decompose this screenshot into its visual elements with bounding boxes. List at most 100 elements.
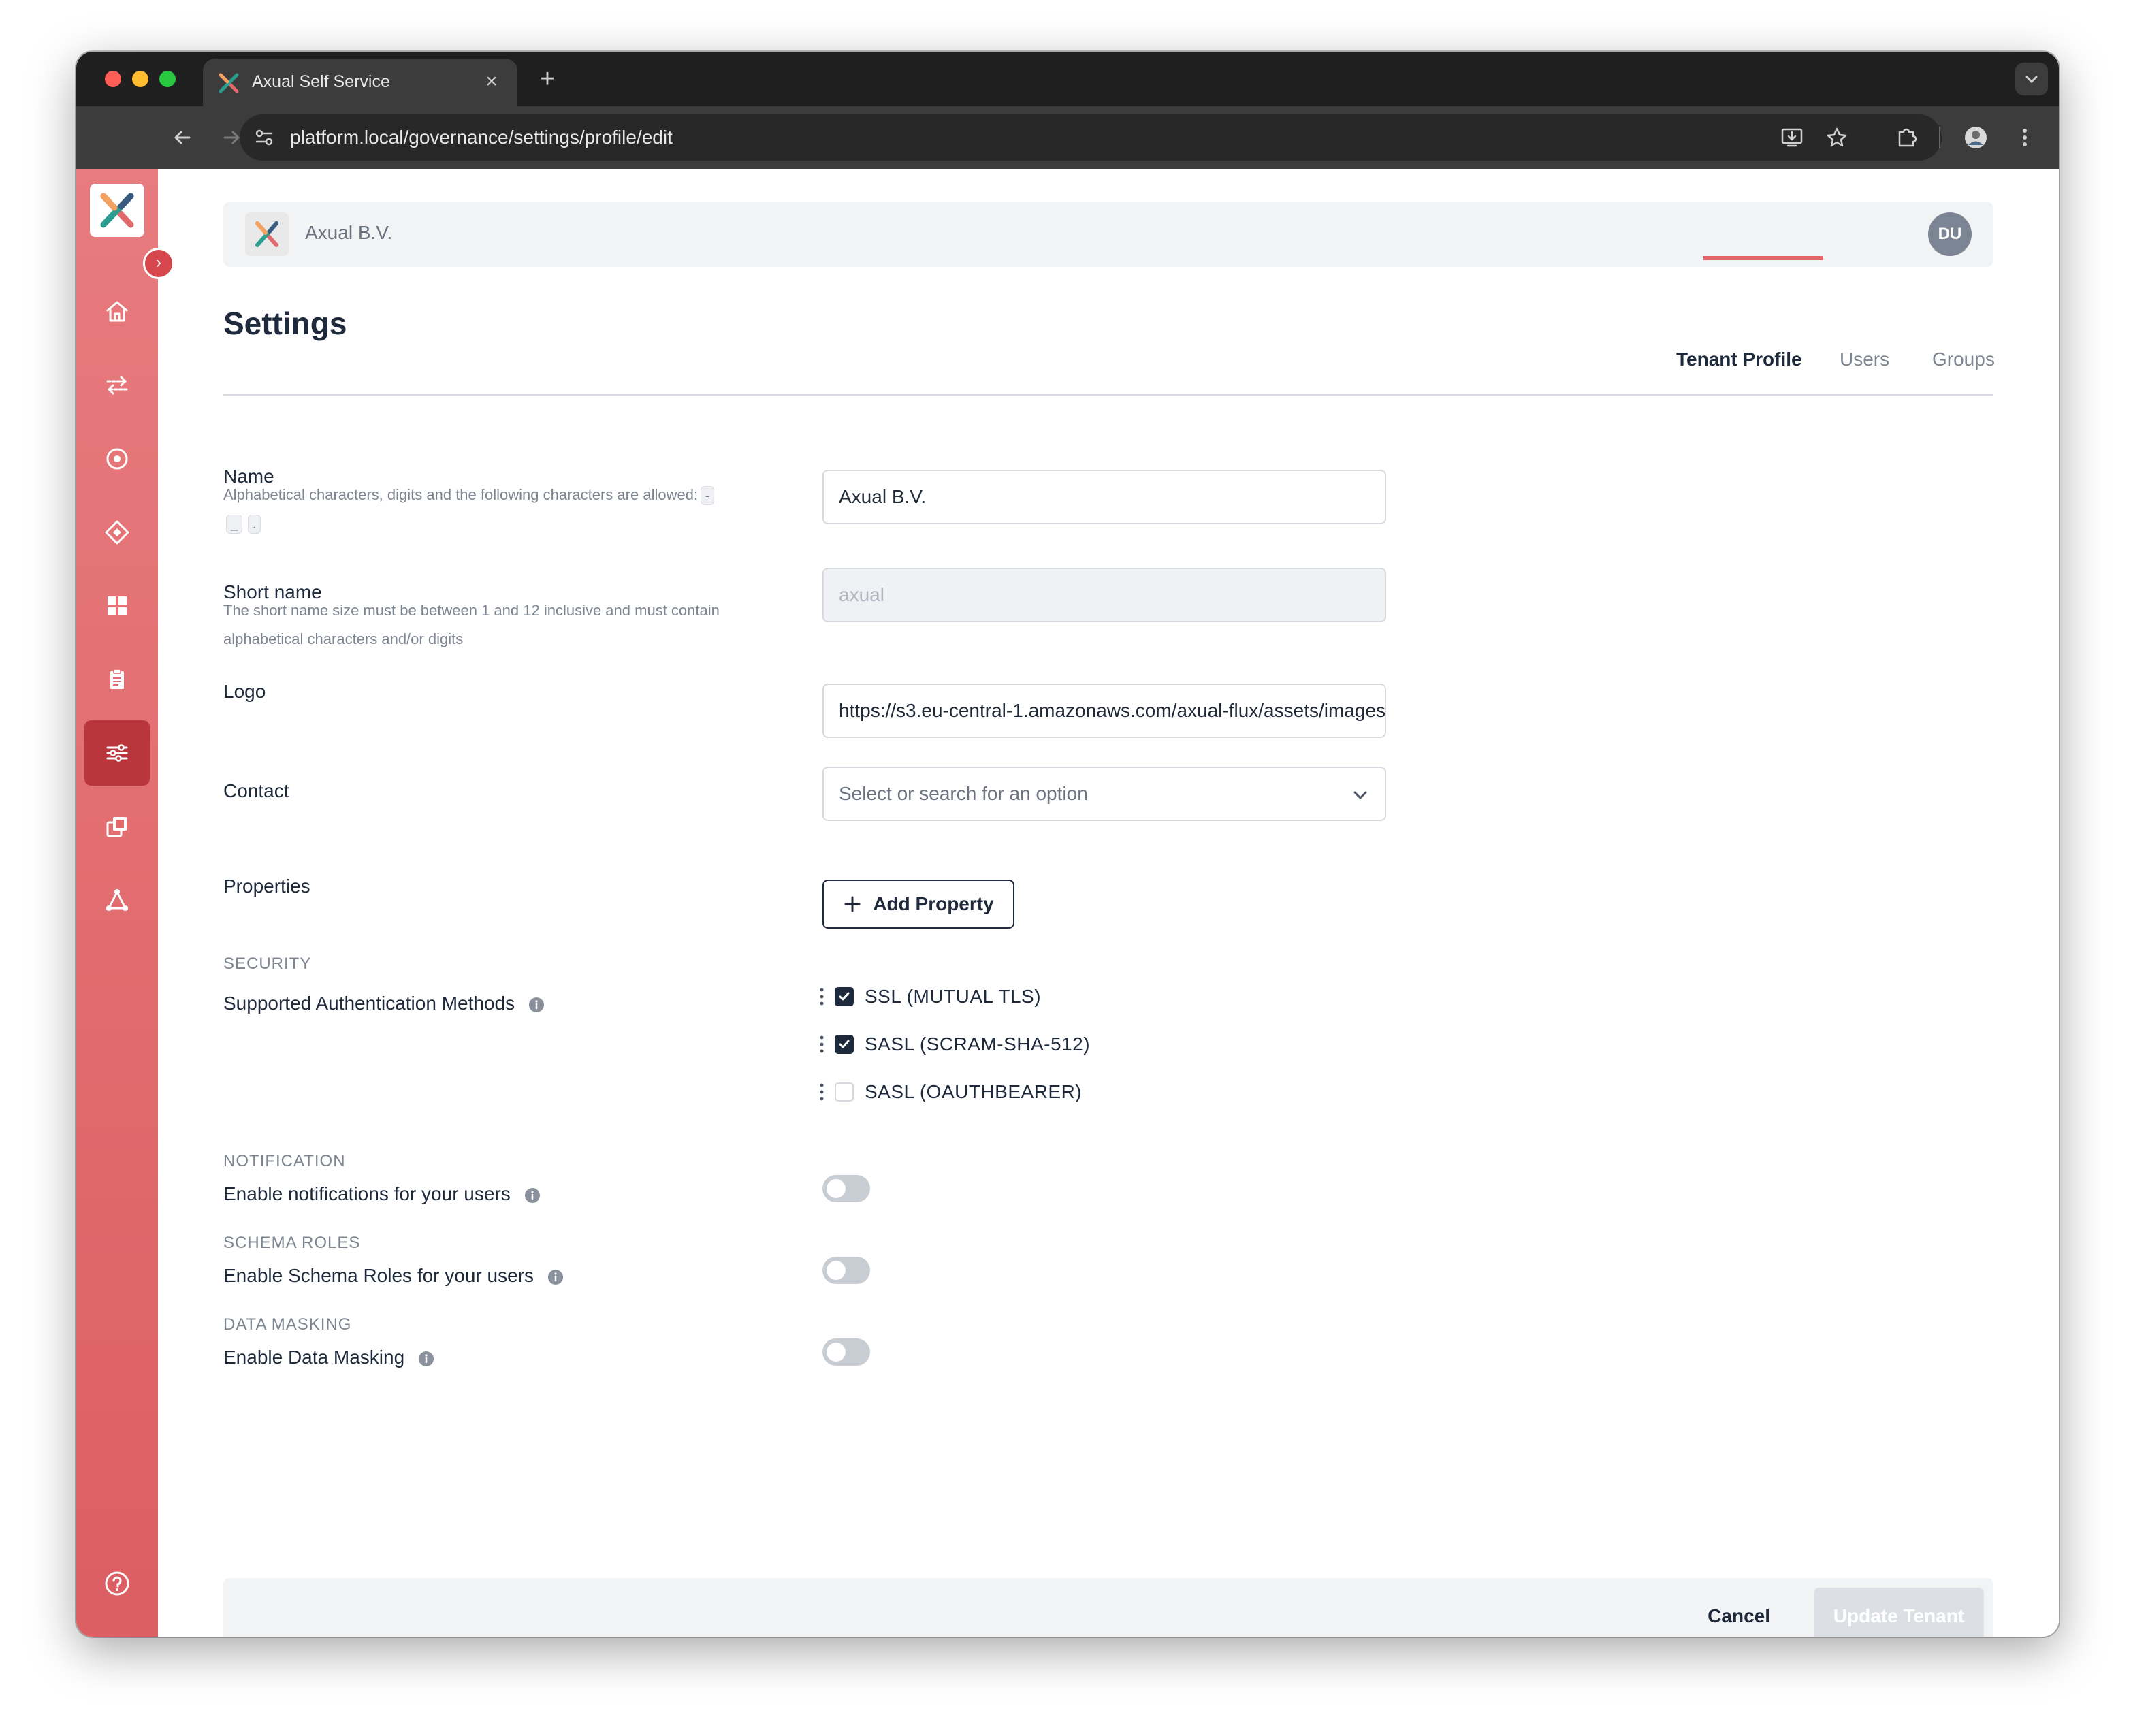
info-icon[interactable] <box>524 1187 541 1204</box>
schema-roles-toggle[interactable] <box>822 1257 870 1284</box>
drag-handle-icon[interactable] <box>818 986 825 1007</box>
back-icon[interactable] <box>166 121 199 154</box>
help-icon <box>105 1571 129 1596</box>
new-tab-button[interactable]: + <box>531 64 564 97</box>
chevron-down-icon <box>2025 76 2038 84</box>
sidebar-item-topology[interactable] <box>84 867 150 933</box>
logo-label: Logo <box>223 681 266 702</box>
settings-tabs: Tenant Profile Users Groups <box>223 305 1995 396</box>
form-footer: Cancel Update Tenant <box>223 1578 1993 1637</box>
minimize-window-button[interactable] <box>132 71 148 87</box>
address-bar[interactable]: platform.local/governance/settings/profi… <box>240 114 1942 161</box>
environments-icon <box>106 817 127 837</box>
streams-icon <box>106 376 128 395</box>
browser-menu-icon[interactable] <box>2008 121 2041 154</box>
dashboard-icon <box>108 596 127 615</box>
security-section-title: SECURITY <box>223 954 312 973</box>
toggle-knob <box>827 1261 846 1280</box>
logo-url-input[interactable]: https://s3.eu-central-1.amazonaws.com/ax… <box>822 684 1386 738</box>
user-avatar[interactable]: DU <box>1928 212 1972 256</box>
auth-method-scram[interactable]: SASL (SCRAM-SHA-512) <box>818 1031 1090 1058</box>
org-name: Axual B.V. <box>305 222 393 243</box>
sidebar-item-streams[interactable] <box>84 353 150 418</box>
sidebar-expand-button[interactable]: › <box>143 248 174 279</box>
schema-roles-section-title: SCHEMA ROLES <box>223 1234 361 1252</box>
auth-method-ssl[interactable]: SSL (MUTUAL TLS) <box>818 983 1041 1010</box>
axual-logo-icon <box>255 221 278 247</box>
browser-tab[interactable]: Axual Self Service × <box>203 59 517 106</box>
sidebar-item-schemas[interactable] <box>84 500 150 565</box>
notifications-label-text: Enable notifications for your users <box>223 1183 511 1204</box>
tab-groups[interactable]: Groups <box>1932 349 1995 370</box>
tab-users[interactable]: Users <box>1840 349 1889 370</box>
applications-icon <box>106 448 128 470</box>
sidebar-item-environments[interactable] <box>84 794 150 859</box>
short-name-help: The short name size must be between 1 an… <box>223 602 720 647</box>
name-help: Alphabetical characters, digits and the … <box>223 481 782 538</box>
scram-label: SASL (SCRAM-SHA-512) <box>865 1033 1091 1055</box>
toggle-knob <box>827 1179 846 1198</box>
data-masking-toggle[interactable] <box>822 1338 870 1366</box>
org-logo <box>245 212 289 256</box>
checkmark-icon <box>839 1040 850 1048</box>
site-info-icon[interactable] <box>252 125 276 150</box>
info-icon[interactable] <box>418 1351 434 1367</box>
scram-checkbox[interactable] <box>835 1035 854 1054</box>
ssl-label: SSL (MUTUAL TLS) <box>865 986 1042 1007</box>
sidebar-item-settings[interactable] <box>84 720 150 786</box>
drag-handle-icon[interactable] <box>818 1082 825 1102</box>
home-icon <box>106 301 128 322</box>
toolbar-divider <box>1939 127 1940 148</box>
schema-roles-label: Enable Schema Roles for your users <box>223 1265 564 1287</box>
maximize-window-button[interactable] <box>159 71 176 87</box>
tab-search-button[interactable] <box>2015 63 2048 95</box>
schemas-icon <box>105 520 129 545</box>
sidebar-item-home[interactable] <box>84 279 150 344</box>
auth-methods-label-text: Supported Authentication Methods <box>223 993 515 1014</box>
add-property-label: Add Property <box>873 893 994 914</box>
oauthbearer-checkbox[interactable] <box>835 1082 854 1102</box>
axual-favicon-icon <box>219 73 239 93</box>
name-input[interactable]: Axual B.V. <box>822 470 1386 524</box>
sidebar-item-applications[interactable] <box>84 426 150 492</box>
auth-methods-label: Supported Authentication Methods <box>223 993 545 1014</box>
tab-title: Axual Self Service <box>252 72 390 91</box>
name-help-text: Alphabetical characters, digits and the … <box>223 486 699 503</box>
topology-icon <box>106 889 128 911</box>
axual-logo-icon <box>100 193 134 228</box>
browser-tab-bar: Axual Self Service × + <box>76 52 2059 106</box>
auth-method-oauthbearer[interactable]: SASL (OAUTHBEARER) <box>818 1078 1082 1106</box>
sidebar-item-dashboard[interactable] <box>84 573 150 639</box>
properties-label: Properties <box>223 875 310 897</box>
contact-label: Contact <box>223 780 289 801</box>
tab-close-icon[interactable]: × <box>478 68 505 95</box>
axual-logo[interactable] <box>90 184 144 237</box>
ssl-checkbox[interactable] <box>835 987 854 1006</box>
oauthbearer-label: SASL (OAUTHBEARER) <box>865 1081 1083 1102</box>
drag-handle-icon[interactable] <box>818 1034 825 1055</box>
active-tab-indicator <box>1703 256 1823 260</box>
extensions-icon[interactable] <box>1890 121 1923 154</box>
notification-section-title: NOTIFICATION <box>223 1152 346 1170</box>
data-masking-section-title: DATA MASKING <box>223 1315 352 1334</box>
install-app-icon[interactable] <box>1776 121 1808 154</box>
profile-avatar-icon[interactable] <box>1959 121 1992 154</box>
add-property-button[interactable]: Add Property <box>822 880 1014 929</box>
tab-tenant-profile[interactable]: Tenant Profile <box>1676 349 1802 370</box>
contact-select[interactable]: Select or search for an option <box>822 767 1386 821</box>
cancel-button[interactable]: Cancel <box>1708 1598 1770 1634</box>
contact-placeholder: Select or search for an option <box>839 783 1088 804</box>
notifications-toggle[interactable] <box>822 1175 870 1202</box>
browser-window: Axual Self Service × + platform.local/go… <box>76 52 2059 1637</box>
browser-toolbar: platform.local/governance/settings/profi… <box>76 106 2059 169</box>
allowed-char-dash: - <box>701 486 715 505</box>
sidebar-item-help[interactable] <box>84 1551 150 1616</box>
notifications-label: Enable notifications for your users <box>223 1183 541 1205</box>
close-window-button[interactable] <box>105 71 121 87</box>
sidebar-item-clipboard[interactable] <box>84 647 150 712</box>
update-tenant-button[interactable]: Update Tenant <box>1814 1588 1984 1637</box>
info-icon[interactable] <box>547 1269 564 1285</box>
bookmark-star-icon[interactable] <box>1821 121 1853 154</box>
main-content: Axual B.V. DU Tenant Profile Users Group… <box>158 169 2059 1637</box>
info-icon[interactable] <box>528 997 545 1013</box>
